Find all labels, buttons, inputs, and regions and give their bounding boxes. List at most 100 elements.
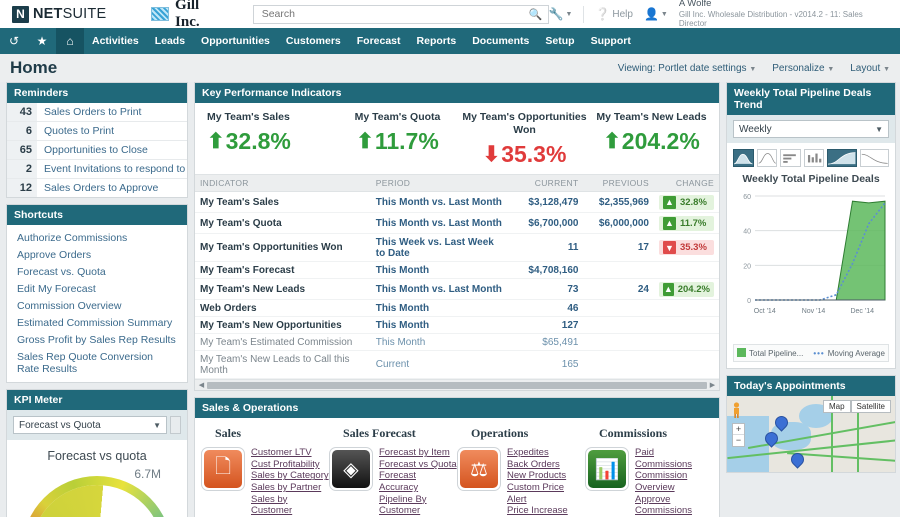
layout-button[interactable]: Layout ▼ [850, 63, 890, 74]
kpi-period[interactable]: This Month [371, 262, 508, 279]
nav-item-documents[interactable]: Documents [464, 28, 537, 54]
kpi-period[interactable]: This Month vs. Last Month [371, 192, 508, 213]
sales-ops-link[interactable]: Custom Price Alert [507, 482, 585, 505]
user-avatar[interactable]: 👤▼ [644, 7, 668, 21]
filled-area-icon[interactable] [827, 149, 856, 167]
shortcut-item[interactable]: Edit My Forecast [7, 280, 187, 297]
portlet-scrollbar[interactable] [170, 416, 181, 434]
sales-ops-link[interactable]: Back Orders [507, 459, 585, 471]
reminder-label[interactable]: Opportunities to Close [37, 141, 148, 159]
kpi-meter-select[interactable]: Forecast vs Quota ▼ [13, 416, 167, 434]
line-chart-icon[interactable] [757, 149, 778, 167]
sales-ops-link[interactable]: Sales by Customer [251, 494, 329, 517]
document-page-icon[interactable]: 🗋 [201, 447, 245, 491]
kpi-period[interactable]: This Month vs. Last Month [371, 213, 508, 234]
shortcut-item[interactable]: Commission Overview [7, 297, 187, 314]
reminder-label[interactable]: Sales Orders to Print [37, 103, 141, 121]
scroll-left-icon[interactable]: ◀ [197, 381, 206, 389]
sales-ops-link[interactable]: Sales by Category [251, 470, 329, 482]
kpi-period[interactable]: Current [371, 351, 508, 379]
smooth-line-icon[interactable] [860, 149, 889, 167]
kpi-table-row[interactable]: My Team's Forecast This Month $4,708,160 [195, 262, 719, 279]
reminder-label[interactable]: Event Invitations to respond to [37, 160, 185, 178]
reminder-row[interactable]: 65 Opportunities to Close [7, 141, 187, 160]
kpi-table-row[interactable]: My Team's New Opportunities This Month 1… [195, 317, 719, 334]
sales-ops-link[interactable]: Paid Commissions [635, 447, 713, 470]
map-button[interactable]: Map [823, 400, 851, 413]
satellite-button[interactable]: Satellite [851, 400, 891, 413]
help-button[interactable]: ❔ Help [595, 7, 633, 21]
kpi-period[interactable]: This Week vs. Last Week to Date [371, 234, 508, 262]
area-chart-icon[interactable] [733, 149, 754, 167]
reminder-label[interactable]: Sales Orders to Approve [37, 179, 158, 197]
reminder-row[interactable]: 12 Sales Orders to Approve [7, 179, 187, 197]
sales-ops-link[interactable]: Approve Commissions [635, 494, 713, 517]
sales-ops-link[interactable]: Forecast Accuracy [379, 470, 457, 493]
nav-item-customers[interactable]: Customers [278, 28, 349, 54]
shortcut-item[interactable]: Forecast vs. Quota [7, 263, 187, 280]
reminder-row[interactable]: 6 Quotes to Print [7, 122, 187, 141]
map-zoom-in[interactable]: + [733, 424, 744, 435]
sales-ops-link[interactable]: Forecast vs Quota [379, 459, 457, 471]
nav-item-support[interactable]: Support [583, 28, 639, 54]
search-icon[interactable]: 🔍 [529, 8, 543, 21]
pipeline-period-select[interactable]: Weekly ▼ [733, 120, 889, 138]
map-zoom-out[interactable]: − [733, 435, 744, 446]
global-search[interactable]: 🔍 [253, 5, 549, 24]
column-chart-icon[interactable] [804, 149, 825, 167]
shortcut-item[interactable]: Gross Profit by Sales Rep Results [7, 331, 187, 348]
nav-item-forecast[interactable]: Forecast [349, 28, 409, 54]
shortcut-item[interactable]: Sales Rep Quote Conversion Rate Results [7, 348, 187, 377]
kpi-table-row[interactable]: Web Orders This Month 46 [195, 300, 719, 317]
sales-ops-link[interactable]: Forecast by Item [379, 447, 457, 459]
kpi-table-row[interactable]: My Team's Sales This Month vs. Last Mont… [195, 192, 719, 213]
map-type-buttons[interactable]: Map Satellite [823, 400, 891, 413]
kpi-period[interactable]: This Month vs. Last Month [371, 279, 508, 300]
kpi-horizontal-scrollbar[interactable]: ◀ ▶ [195, 379, 719, 390]
nav-item-setup[interactable]: Setup [537, 28, 582, 54]
shortcut-item[interactable]: Approve Orders [7, 246, 187, 263]
home-icon[interactable]: ⌂ [56, 28, 84, 54]
reminder-row[interactable]: 43 Sales Orders to Print [7, 103, 187, 122]
sales-ops-link[interactable]: Commission Overview [635, 470, 713, 493]
scroll-thumb[interactable] [207, 382, 707, 389]
viewing-portlet-date-settings[interactable]: Viewing: Portlet date settings ▼ [618, 63, 757, 74]
sales-ops-link[interactable]: Pipeline By Customer [379, 494, 457, 517]
scales-balance-icon[interactable]: ⚖ [457, 447, 501, 491]
kpi-table-row[interactable]: My Team's Estimated Commission This Mont… [195, 334, 719, 351]
star-icon[interactable]: ★ [28, 28, 56, 54]
reminder-row[interactable]: 2 Event Invitations to respond to [7, 160, 187, 179]
history-icon[interactable]: ↺ [0, 28, 28, 54]
shortcut-item[interactable]: Estimated Commission Summary [7, 314, 187, 331]
sales-ops-link[interactable]: Cust Profitability [251, 459, 329, 471]
settings-wrench-icon[interactable]: 🔧▼ [549, 7, 573, 21]
street-view-pegman-icon[interactable] [732, 402, 741, 418]
scroll-right-icon[interactable]: ▶ [708, 381, 717, 389]
nav-item-leads[interactable]: Leads [147, 28, 193, 54]
horizontal-bar-icon[interactable] [780, 149, 801, 167]
kpi-table-row[interactable]: My Team's New Leads This Month vs. Last … [195, 279, 719, 300]
sales-ops-link[interactable]: Customer LTV [251, 447, 329, 459]
kpi-period[interactable]: This Month [371, 300, 508, 317]
kpi-table-row[interactable]: My Team's New Leads to Call this Month C… [195, 351, 719, 379]
personalize-button[interactable]: Personalize ▼ [772, 63, 834, 74]
reminder-label[interactable]: Quotes to Print [37, 122, 114, 140]
sales-ops-link[interactable]: New Products [507, 470, 585, 482]
sales-ops-link[interactable]: Expedites [507, 447, 585, 459]
kpi-table-row[interactable]: My Team's Quota This Month vs. Last Mont… [195, 213, 719, 234]
netsuite-logo[interactable]: N NETSUITE [12, 6, 106, 23]
nav-item-activities[interactable]: Activities [84, 28, 147, 54]
sales-ops-link[interactable]: Price Increase Alert [507, 505, 585, 517]
bar-chart-magnifier-icon[interactable]: 📊 [585, 447, 629, 491]
nav-item-reports[interactable]: Reports [409, 28, 465, 54]
appointments-map[interactable]: + − Map Satellite [727, 396, 895, 472]
nav-item-opportunities[interactable]: Opportunities [193, 28, 278, 54]
search-input[interactable] [260, 7, 542, 21]
shortcut-item[interactable]: Authorize Commissions [7, 229, 187, 246]
map-zoom-controls[interactable]: + − [732, 423, 745, 447]
kpi-table-row[interactable]: My Team's Opportunities Won This Week vs… [195, 234, 719, 262]
kpi-period[interactable]: This Month [371, 334, 508, 351]
sales-ops-link[interactable]: Sales by Partner [251, 482, 329, 494]
kpi-period[interactable]: This Month [371, 317, 508, 334]
forecast-diamond-icon[interactable]: ◈ [329, 447, 373, 491]
